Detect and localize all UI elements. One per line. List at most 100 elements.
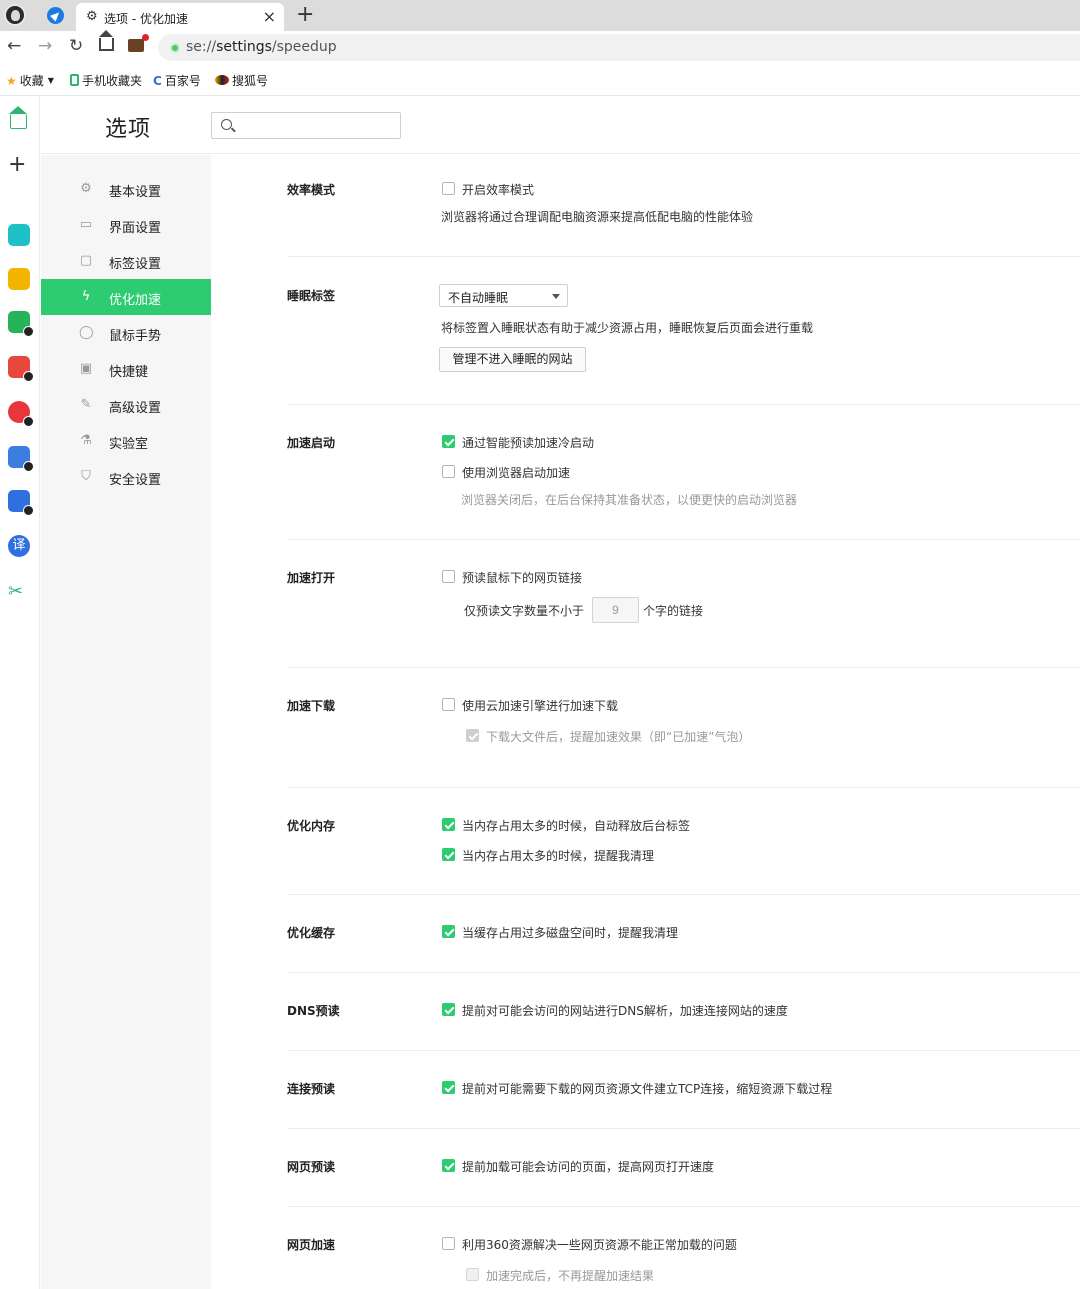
tab-title: 选项 - 优化加速: [104, 12, 188, 26]
sleep-mode-select[interactable]: 不自动睡眠: [439, 284, 568, 307]
settings-sidebar: ⚙ 基本设置 ▭ 界面设置 ▢ 标签设置 ϟ 优化加速 ◯ 鼠标手势 ▣ 快捷键…: [41, 155, 211, 1289]
sidebar-item-tabs[interactable]: ▢ 标签设置: [41, 243, 211, 279]
sidebar-item-mouse[interactable]: ◯ 鼠标手势: [41, 315, 211, 351]
forward-arrow-icon[interactable]: →: [38, 36, 52, 56]
star-app-icon[interactable]: [8, 268, 30, 290]
download-bubble-checkbox[interactable]: [466, 729, 479, 742]
bookmark-sohuhao[interactable]: 搜狐号: [215, 72, 268, 89]
sidebar-item-interface[interactable]: ▭ 界面设置: [41, 207, 211, 243]
link-preread-checkbox[interactable]: [442, 570, 455, 583]
preread-count-suffix: 个字的链接: [643, 604, 704, 618]
cloud-download-label[interactable]: 使用云加速引擎进行加速下载: [462, 697, 618, 714]
home-icon[interactable]: [9, 106, 27, 129]
briefcase-icon[interactable]: [128, 34, 149, 52]
divider: [287, 972, 1080, 973]
sidebar-item-speedup[interactable]: ϟ 优化加速: [41, 279, 211, 315]
section-title-memory: 优化内存: [287, 819, 336, 833]
new-tab-plus-icon[interactable]: +: [296, 2, 314, 27]
smart-preload-checkbox[interactable]: [442, 435, 455, 448]
navigator-app-icon[interactable]: [47, 7, 64, 24]
dns-preread-checkbox[interactable]: [442, 1003, 455, 1016]
tcp-preconnect-label[interactable]: 提前对可能需要下载的网页资源文件建立TCP连接，缩短资源下载过程: [462, 1080, 832, 1097]
memory-remind-checkbox[interactable]: [442, 848, 455, 861]
divider: [287, 787, 1080, 788]
sidebar-item-label: 安全设置: [109, 473, 162, 488]
doc-ai-icon[interactable]: [8, 490, 34, 516]
resource-fix-label[interactable]: 利用360资源解决一些网页资源不能正常加载的问题: [462, 1236, 737, 1253]
sidebar-item-security[interactable]: ⛉ 安全设置: [41, 459, 211, 495]
image-ai-icon[interactable]: [8, 311, 34, 337]
tcp-preconnect-checkbox[interactable]: [442, 1081, 455, 1094]
flask-icon: ⚗: [80, 433, 92, 448]
cache-remind-checkbox[interactable]: [442, 925, 455, 938]
tab-close-icon[interactable]: ×: [263, 7, 276, 26]
navigation-bar: ← → ↻ se://settings/speedup: [0, 30, 1080, 64]
video-ai-icon[interactable]: [8, 401, 34, 427]
user-avatar-icon[interactable]: [4, 4, 26, 26]
app-rail: + 译 ✂: [0, 97, 40, 1289]
section-title-startup: 加速启动: [287, 436, 336, 450]
sidebar-item-label: 优化加速: [109, 293, 162, 308]
link-preread-label[interactable]: 预读鼠标下的网页链接: [462, 569, 582, 586]
sidebar-item-basic[interactable]: ⚙ 基本设置: [41, 171, 211, 207]
tab-strip: ⚙ 选项 - 优化加速 × +: [0, 0, 1080, 31]
caret-down-icon: ▼: [47, 76, 54, 85]
tab-icon: ▢: [79, 253, 93, 268]
no-result-remind-label[interactable]: 加速完成后，不再提醒加速结果: [486, 1267, 654, 1284]
settings-search[interactable]: [211, 112, 401, 139]
download-bubble-label[interactable]: 下载大文件后，提醒加速效果（即“已加速”气泡）: [486, 728, 750, 745]
sidebar-item-shortcuts[interactable]: ▣ 快捷键: [41, 351, 211, 387]
url-text[interactable]: se://settings/speedup: [186, 39, 337, 55]
divider: [287, 1128, 1080, 1129]
green-cross-app-icon[interactable]: [8, 224, 30, 246]
memory-remind-label[interactable]: 当内存占用太多的时候，提醒我清理: [462, 847, 654, 864]
sidebar-item-label: 基本设置: [109, 185, 162, 200]
section-title-webspeed: 网页加速: [287, 1238, 336, 1252]
auto-release-tabs-label[interactable]: 当内存占用太多的时候，自动释放后台标签: [462, 817, 690, 834]
auto-release-tabs-checkbox[interactable]: [442, 818, 455, 831]
sohu-icon: [215, 75, 229, 85]
sidebar-item-label: 快捷键: [109, 365, 149, 380]
pdf-ai-icon[interactable]: [8, 356, 34, 382]
settings-header: 选项: [41, 97, 1080, 154]
no-result-remind-checkbox[interactable]: [466, 1268, 479, 1281]
gear-icon: ⚙: [80, 181, 92, 196]
section-title-prefetch: 网页预读: [287, 1160, 336, 1174]
cloud-download-checkbox[interactable]: [442, 698, 455, 711]
sidebar-item-advanced[interactable]: ✎ 高级设置: [41, 387, 211, 423]
startup-boost-label[interactable]: 使用浏览器启动加速: [462, 464, 570, 481]
preread-count-input[interactable]: [592, 597, 639, 623]
secure-indicator-icon: [170, 43, 180, 53]
settings-gear-icon: ⚙: [86, 9, 98, 24]
page-prefetch-checkbox[interactable]: [442, 1159, 455, 1172]
address-bar[interactable]: se://settings/speedup: [158, 34, 1080, 61]
page-title: 选项: [105, 117, 152, 142]
active-tab[interactable]: ⚙ 选项 - 优化加速 ×: [76, 3, 284, 31]
back-arrow-icon[interactable]: ←: [7, 36, 21, 56]
home-icon[interactable]: [99, 30, 114, 51]
resource-fix-checkbox[interactable]: [442, 1237, 455, 1250]
bookmark-favorites[interactable]: ★ 收藏 ▼: [6, 72, 54, 89]
edit-ai-icon[interactable]: [8, 446, 34, 472]
plus-icon[interactable]: +: [8, 154, 26, 176]
bookmark-mobile[interactable]: 手机收藏夹: [70, 72, 142, 89]
reload-icon[interactable]: ↻: [69, 36, 83, 56]
sidebar-item-lab[interactable]: ⚗ 实验室: [41, 423, 211, 459]
smart-preload-label[interactable]: 通过智能预读加速冷启动: [462, 434, 594, 451]
cache-remind-label[interactable]: 当缓存占用过多磁盘空间时，提醒我清理: [462, 924, 678, 941]
manage-sleep-exceptions-button[interactable]: 管理不进入睡眠的网站: [439, 347, 586, 372]
bookmark-baijiahao[interactable]: C 百家号: [153, 72, 201, 89]
startup-boost-checkbox[interactable]: [442, 465, 455, 478]
search-input[interactable]: [238, 116, 394, 135]
efficiency-mode-checkbox[interactable]: [442, 182, 455, 195]
preread-count-prefix: 仅预读文字数量不小于: [464, 604, 585, 618]
page-prefetch-label[interactable]: 提前加载可能会访问的页面，提高网页打开速度: [462, 1158, 714, 1175]
dns-preread-label[interactable]: 提前对可能会访问的网站进行DNS解析，加速连接网站的速度: [462, 1002, 788, 1019]
section-title-download: 加速下载: [287, 699, 336, 713]
divider: [287, 1050, 1080, 1051]
translate-icon[interactable]: 译: [8, 535, 30, 557]
section-title-cache: 优化缓存: [287, 926, 336, 940]
efficiency-mode-label[interactable]: 开启效率模式: [462, 181, 534, 198]
section-title-connect: 连接预读: [287, 1082, 336, 1096]
scissors-icon[interactable]: ✂: [8, 581, 30, 603]
